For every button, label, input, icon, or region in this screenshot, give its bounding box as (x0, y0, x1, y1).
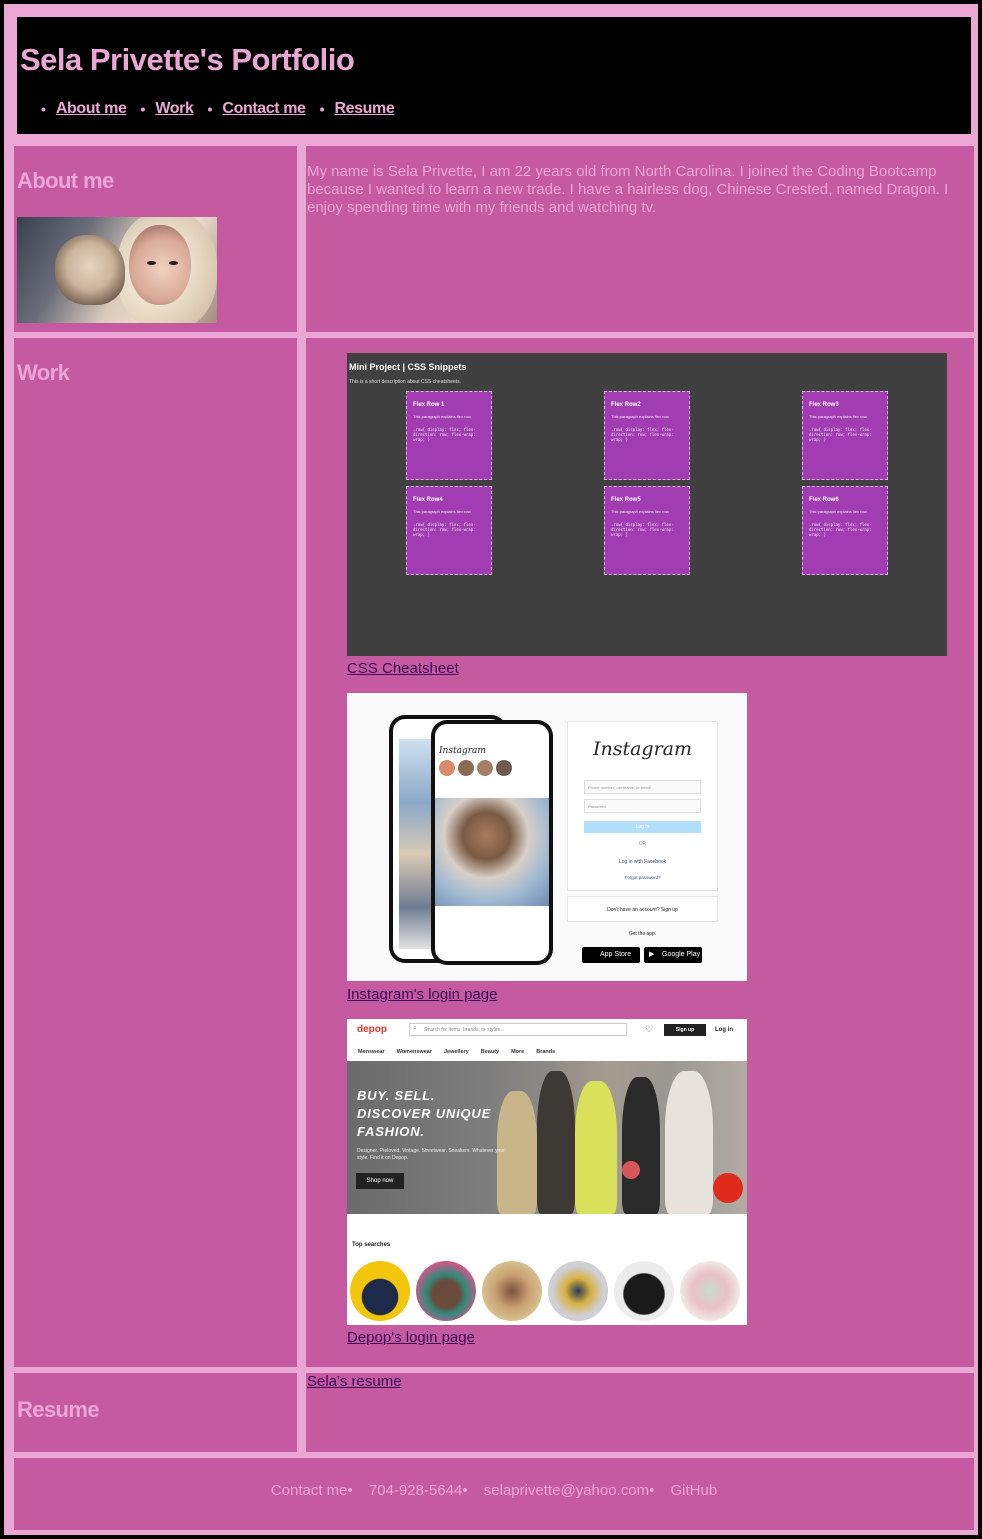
depop-hero-title: BUY. SELL. DISCOVER UNIQUE FASHION. (357, 1088, 492, 1139)
smiley-icon (713, 1173, 743, 1203)
instagram-logo: Instagram (592, 738, 693, 760)
heart-icon: ♡ (645, 1024, 654, 1034)
phone-front-image: Instagram (431, 720, 553, 965)
css-thumb-subtitle: This is a short description about CSS ch… (349, 379, 462, 385)
bullet-icon: • (207, 101, 213, 117)
depop-nav: Menswear Womenswear Jewellery Beauty Mor… (358, 1049, 556, 1055)
site-title: Sela Privette's Portfolio (20, 42, 355, 77)
nav-link-about[interactable]: About me (56, 100, 127, 118)
flex-card: Flex Row2 This paragraph explains flex r… (604, 391, 690, 480)
about-text: My name is Sela Privette, I am 22 years … (307, 163, 949, 216)
nav-link-work[interactable]: Work (155, 100, 194, 118)
ig-facebook-login: Log in with Facebook (618, 859, 667, 865)
css-thumb-title: Mini Project | CSS Snippets (349, 362, 467, 372)
bullet-icon: • (319, 101, 325, 117)
instagram-thumbnail[interactable]: Instagram Instagram Phone number, userna… (347, 693, 747, 981)
ig-or-divider: OR (638, 841, 647, 847)
ig-login-button: Log In (584, 821, 701, 833)
footer-contact-label: Contact me• (270, 1482, 353, 1499)
footer-email[interactable]: selaprivette@yahoo.com• (484, 1482, 655, 1499)
footer-phone[interactable]: 704-928-5644• (369, 1482, 468, 1499)
search-icon: ⌕ (413, 1025, 417, 1032)
about-heading: About me (17, 168, 114, 193)
nav-item-resume: • Resume (320, 100, 395, 118)
ig-forgot-password: Forgot password? (624, 875, 661, 880)
ig-signup-card: Don't have an account? Sign up (567, 896, 718, 922)
nav-item-about: • About me (41, 100, 127, 118)
work-heading-cell: Work (14, 338, 297, 1367)
depop-search-thumbnails (350, 1261, 746, 1321)
footer-github-link[interactable]: GitHub (671, 1482, 718, 1499)
main-nav: • About me • Work • Contact me • Resume (41, 100, 408, 118)
play-icon: ▶ (649, 951, 655, 958)
instagram-link[interactable]: Instagram's login page (347, 986, 497, 1003)
depop-search-field: ⌕ Search for items, brands, or styles... (409, 1023, 627, 1036)
css-cheatsheet-thumbnail[interactable]: Mini Project | CSS Snippets This is a sh… (347, 353, 947, 656)
page-frame: Sela Privette's Portfolio • About me • Wor… (2, 2, 980, 1537)
css-cheatsheet-link[interactable]: CSS Cheatsheet (347, 660, 459, 677)
bullet-icon: • (140, 101, 146, 117)
depop-signup-button: Sign up (664, 1024, 706, 1036)
depop-link[interactable]: Depop's login page (347, 1329, 475, 1346)
depop-hero-subtitle: Designer. Preloved. Vintage. Streetwear.… (357, 1148, 505, 1161)
site-header: Sela Privette's Portfolio • About me • Wor… (17, 17, 971, 134)
resume-heading-cell: Resume (14, 1373, 297, 1452)
google-play-badge: ▶ Google Play (644, 947, 702, 963)
nav-link-resume[interactable]: Resume (334, 100, 394, 118)
nav-item-work: • Work (140, 100, 193, 118)
ig-get-app: Get the app. (628, 931, 657, 937)
dog-image (55, 235, 125, 305)
app-store-badge: App Store (582, 947, 640, 963)
depop-hero-banner: BUY. SELL. DISCOVER UNIQUE FASHION. Desi… (347, 1061, 747, 1214)
flex-card: Flex Row5 This paragraph explains flex r… (604, 486, 690, 575)
site-footer: Contact me• 704-928-5644• selaprivette@y… (14, 1458, 974, 1530)
about-heading-cell: About me (14, 146, 297, 332)
nav-item-contact: • Contact me (208, 100, 306, 118)
ig-username-field: Phone number, username, or email (584, 780, 701, 794)
depop-shop-now-button: Shop now (356, 1173, 404, 1189)
depop-login-link: Log in (715, 1027, 733, 1033)
work-heading: Work (17, 360, 70, 385)
flex-card: Flex Row3 This paragraph explains flex r… (802, 391, 888, 480)
flex-card: Flex Row4 This paragraph explains flex r… (406, 486, 492, 575)
profile-photo (17, 217, 217, 323)
resume-heading: Resume (17, 1397, 100, 1422)
depop-top-searches: Top searches (352, 1242, 391, 1248)
nav-link-contact[interactable]: Contact me (222, 100, 306, 118)
work-content-cell: Mini Project | CSS Snippets This is a sh… (306, 338, 974, 1367)
resume-link-cell: Sela's resume (306, 1373, 974, 1452)
ig-password-field: Password (584, 799, 701, 813)
flex-card: Flex Row6 This paragraph explains flex r… (802, 486, 888, 575)
resume-link[interactable]: Sela's resume (307, 1373, 402, 1390)
bullet-icon: • (41, 101, 46, 117)
depop-logo: depop (357, 1024, 387, 1035)
instagram-login-card: Instagram Phone number, username, or ema… (567, 721, 718, 891)
about-text-cell: My name is Sela Privette, I am 22 years … (306, 146, 974, 332)
flex-card: Flex Row 1 This paragraph explains flex … (406, 391, 492, 480)
footer-contact-row: Contact me• 704-928-5644• selaprivette@y… (14, 1482, 974, 1499)
depop-thumbnail[interactable]: depop ⌕ Search for items, brands, or sty… (347, 1019, 747, 1325)
